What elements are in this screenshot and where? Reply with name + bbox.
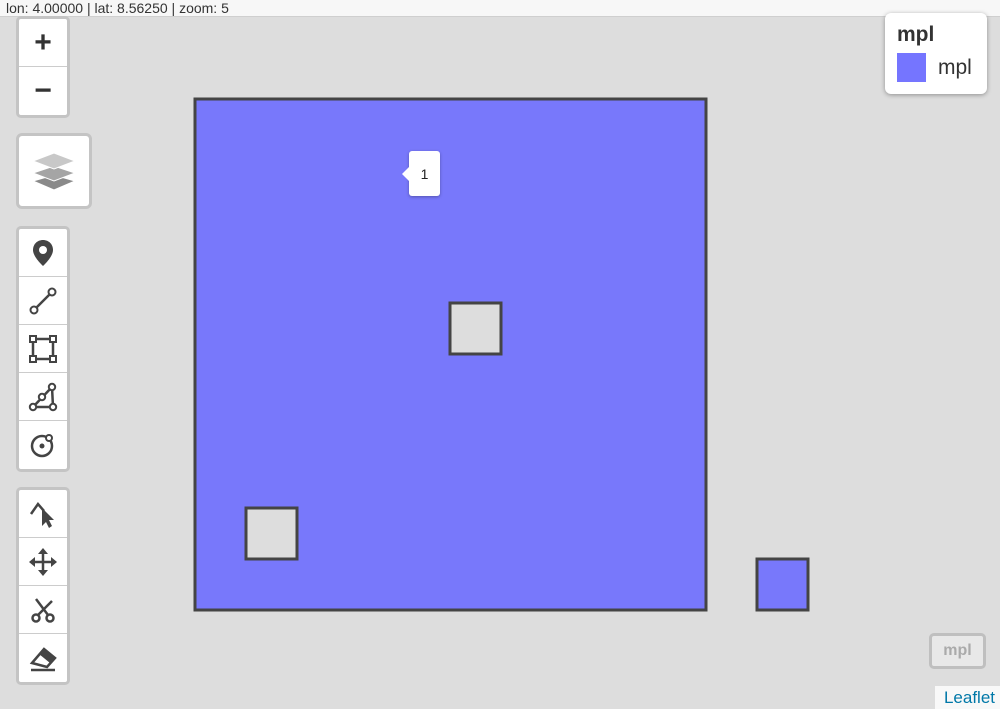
layers-control-button[interactable] [16,133,92,209]
layers-icon [31,152,77,191]
mpl-toggle-button[interactable]: mpl [929,633,986,669]
legend-label: mpl [938,55,972,79]
zoom-in-button[interactable]: + [19,19,67,67]
rectangle-icon [29,334,57,363]
coordinates-status-bar: lon: 4.00000 | lat: 8.56250 | zoom: 5 [0,0,1000,17]
feature-popup: 1 [402,151,440,196]
legend-entry: mpl [897,53,975,82]
map-canvas[interactable] [0,0,1000,709]
legend-title: mpl [897,23,935,46]
draw-polygon-button[interactable] [19,373,67,421]
drag-icon [29,547,57,576]
large-polygon-with-holes[interactable] [193,97,708,612]
draw-rectangle-button[interactable] [19,325,67,373]
drag-layer-button[interactable] [19,538,67,586]
zoom-out-button[interactable]: − [19,67,67,115]
draw-marker-button[interactable] [19,229,67,277]
mpl-feature-layer [193,97,810,612]
edit-toolbar [16,487,70,685]
polygon-icon [28,382,58,411]
polyline-icon [29,287,57,314]
remove-layer-button[interactable] [19,634,67,682]
marker-icon [33,239,53,266]
small-square-polygon[interactable] [755,557,810,612]
edit-vertices-button[interactable] [19,490,67,538]
edit-vertices-icon [29,501,54,528]
cut-layer-button[interactable] [19,586,67,634]
eraser-icon [29,647,57,672]
attribution: Leaflet [934,686,1000,709]
leaflet-attribution-link[interactable]: Leaflet [944,688,995,707]
legend-swatch [897,53,926,82]
legend: mpl mpl [885,13,987,94]
circle-icon [30,434,54,458]
draw-polyline-button[interactable] [19,277,67,325]
zoom-control: + − [16,16,70,118]
draw-toolbar [16,226,70,472]
draw-circle-button[interactable] [19,421,67,469]
cut-icon [31,597,55,623]
